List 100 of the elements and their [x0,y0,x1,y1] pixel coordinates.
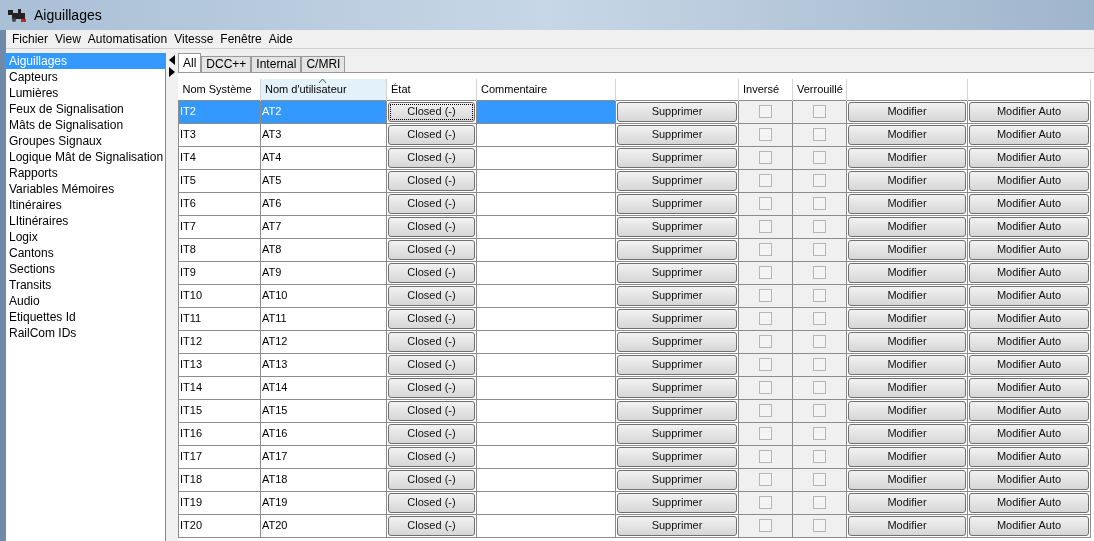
checkbox[interactable] [813,105,826,118]
state-button[interactable]: Closed (-) [388,469,475,490]
auto-edit-button[interactable]: Modifier Auto [969,216,1089,237]
checkbox[interactable] [759,128,772,141]
table-row[interactable]: IT2 AT2 Closed (-) Supprimer Modifier Modifier Auto [178,100,1091,123]
auto-edit-button[interactable]: Modifier Auto [969,423,1089,444]
auto-edit-button[interactable]: Modifier Auto [969,285,1089,306]
sidebar-item[interactable]: Lumières [6,85,165,101]
checkbox[interactable] [813,335,826,348]
tab[interactable]: C/MRI [301,56,346,72]
state-button[interactable]: Closed (-) [388,423,475,444]
delete-button[interactable]: Supprimer [617,147,737,168]
edit-button[interactable]: Modifier [848,469,966,490]
checkbox[interactable] [813,519,826,532]
checkbox[interactable] [759,151,772,164]
checkbox[interactable] [759,220,772,233]
table-row[interactable]: IT19 AT19 Closed (-) Supprimer Modifier Modifier Auto [178,491,1091,514]
auto-edit-button[interactable]: Modifier Auto [969,193,1089,214]
edit-button[interactable]: Modifier [848,216,966,237]
state-button[interactable]: Closed (-) [388,446,475,467]
table-row[interactable]: IT17 AT17 Closed (-) Supprimer Modifier Modifier Auto [178,445,1091,468]
state-button[interactable]: Closed (-) [388,262,475,283]
checkbox[interactable] [759,381,772,394]
checkbox[interactable] [759,197,772,210]
table-row[interactable]: IT13 AT13 Closed (-) Supprimer Modifier Modifier Auto [178,353,1091,376]
checkbox[interactable] [813,312,826,325]
table-row[interactable]: IT6 AT6 Closed (-) Supprimer Modifier Modifier Auto [178,192,1091,215]
table-row[interactable]: IT14 AT14 Closed (-) Supprimer Modifier Modifier Auto [178,376,1091,399]
state-button[interactable]: Closed (-) [388,239,475,260]
delete-button[interactable]: Supprimer [617,262,737,283]
tab[interactable]: DCC++ [201,56,252,72]
checkbox[interactable] [813,174,826,187]
delete-button[interactable]: Supprimer [617,400,737,421]
state-button[interactable]: Closed (-) [388,216,475,237]
checkbox[interactable] [813,358,826,371]
checkbox[interactable] [759,243,772,256]
auto-edit-button[interactable]: Modifier Auto [969,147,1089,168]
state-button[interactable]: Closed (-) [388,124,475,145]
auto-edit-button[interactable]: Modifier Auto [969,400,1089,421]
auto-edit-button[interactable]: Modifier Auto [969,124,1089,145]
delete-button[interactable]: Supprimer [617,170,737,191]
menu-item[interactable]: Aide [268,30,293,48]
expand-right-icon[interactable] [169,67,175,77]
sidebar-item[interactable]: Itinéraires [6,197,165,213]
checkbox[interactable] [759,519,772,532]
checkbox[interactable] [759,312,772,325]
menu-item[interactable]: Fichier [12,30,48,48]
delete-button[interactable]: Supprimer [617,331,737,352]
auto-edit-button[interactable]: Modifier Auto [969,331,1089,352]
checkbox[interactable] [813,128,826,141]
checkbox[interactable] [759,105,772,118]
table-row[interactable]: IT18 AT18 Closed (-) Supprimer Modifier Modifier Auto [178,468,1091,491]
auto-edit-button[interactable]: Modifier Auto [969,515,1089,536]
edit-button[interactable]: Modifier [848,446,966,467]
checkbox[interactable] [759,404,772,417]
edit-button[interactable]: Modifier [848,308,966,329]
tab[interactable]: Internal [251,56,302,72]
state-button[interactable]: Closed (-) [388,285,475,306]
edit-button[interactable]: Modifier [848,101,966,122]
column-header[interactable] [967,79,1091,100]
state-button[interactable]: Closed (-) [388,170,475,191]
menu-item[interactable]: Automatisation [87,30,168,48]
delete-button[interactable]: Supprimer [617,101,737,122]
column-header[interactable] [846,79,968,100]
edit-button[interactable]: Modifier [848,170,966,191]
checkbox[interactable] [813,496,826,509]
edit-button[interactable]: Modifier [848,515,966,536]
table-row[interactable]: IT15 AT15 Closed (-) Supprimer Modifier Modifier Auto [178,399,1091,422]
delete-button[interactable]: Supprimer [617,446,737,467]
table-row[interactable]: IT20 AT20 Closed (-) Supprimer Modifier Modifier Auto [178,514,1091,537]
auto-edit-button[interactable]: Modifier Auto [969,262,1089,283]
checkbox[interactable] [759,427,772,440]
sidebar-item[interactable]: Feux de Signalisation [6,101,165,117]
state-button[interactable]: Closed (-) [388,101,475,122]
delete-button[interactable]: Supprimer [617,239,737,260]
checkbox[interactable] [813,266,826,279]
sidebar-item[interactable]: Logique Mât de Signalisation [6,149,165,165]
sidebar-item[interactable]: Audio [6,293,165,309]
delete-button[interactable]: Supprimer [617,124,737,145]
state-button[interactable]: Closed (-) [388,492,475,513]
auto-edit-button[interactable]: Modifier Auto [969,492,1089,513]
edit-button[interactable]: Modifier [848,423,966,444]
checkbox[interactable] [759,266,772,279]
edit-button[interactable]: Modifier [848,354,966,375]
delete-button[interactable]: Supprimer [617,285,737,306]
state-button[interactable]: Closed (-) [388,147,475,168]
checkbox[interactable] [759,473,772,486]
delete-button[interactable]: Supprimer [617,354,737,375]
sidebar-item[interactable]: Capteurs [6,69,165,85]
sidebar-item[interactable]: Logix [6,229,165,245]
sidebar-item[interactable]: Groupes Signaux [6,133,165,149]
checkbox[interactable] [813,450,826,463]
checkbox[interactable] [759,450,772,463]
checkbox[interactable] [759,289,772,302]
edit-button[interactable]: Modifier [848,400,966,421]
auto-edit-button[interactable]: Modifier Auto [969,377,1089,398]
edit-button[interactable]: Modifier [848,193,966,214]
edit-button[interactable]: Modifier [848,124,966,145]
state-button[interactable]: Closed (-) [388,515,475,536]
sidebar-item[interactable]: Transits [6,277,165,293]
